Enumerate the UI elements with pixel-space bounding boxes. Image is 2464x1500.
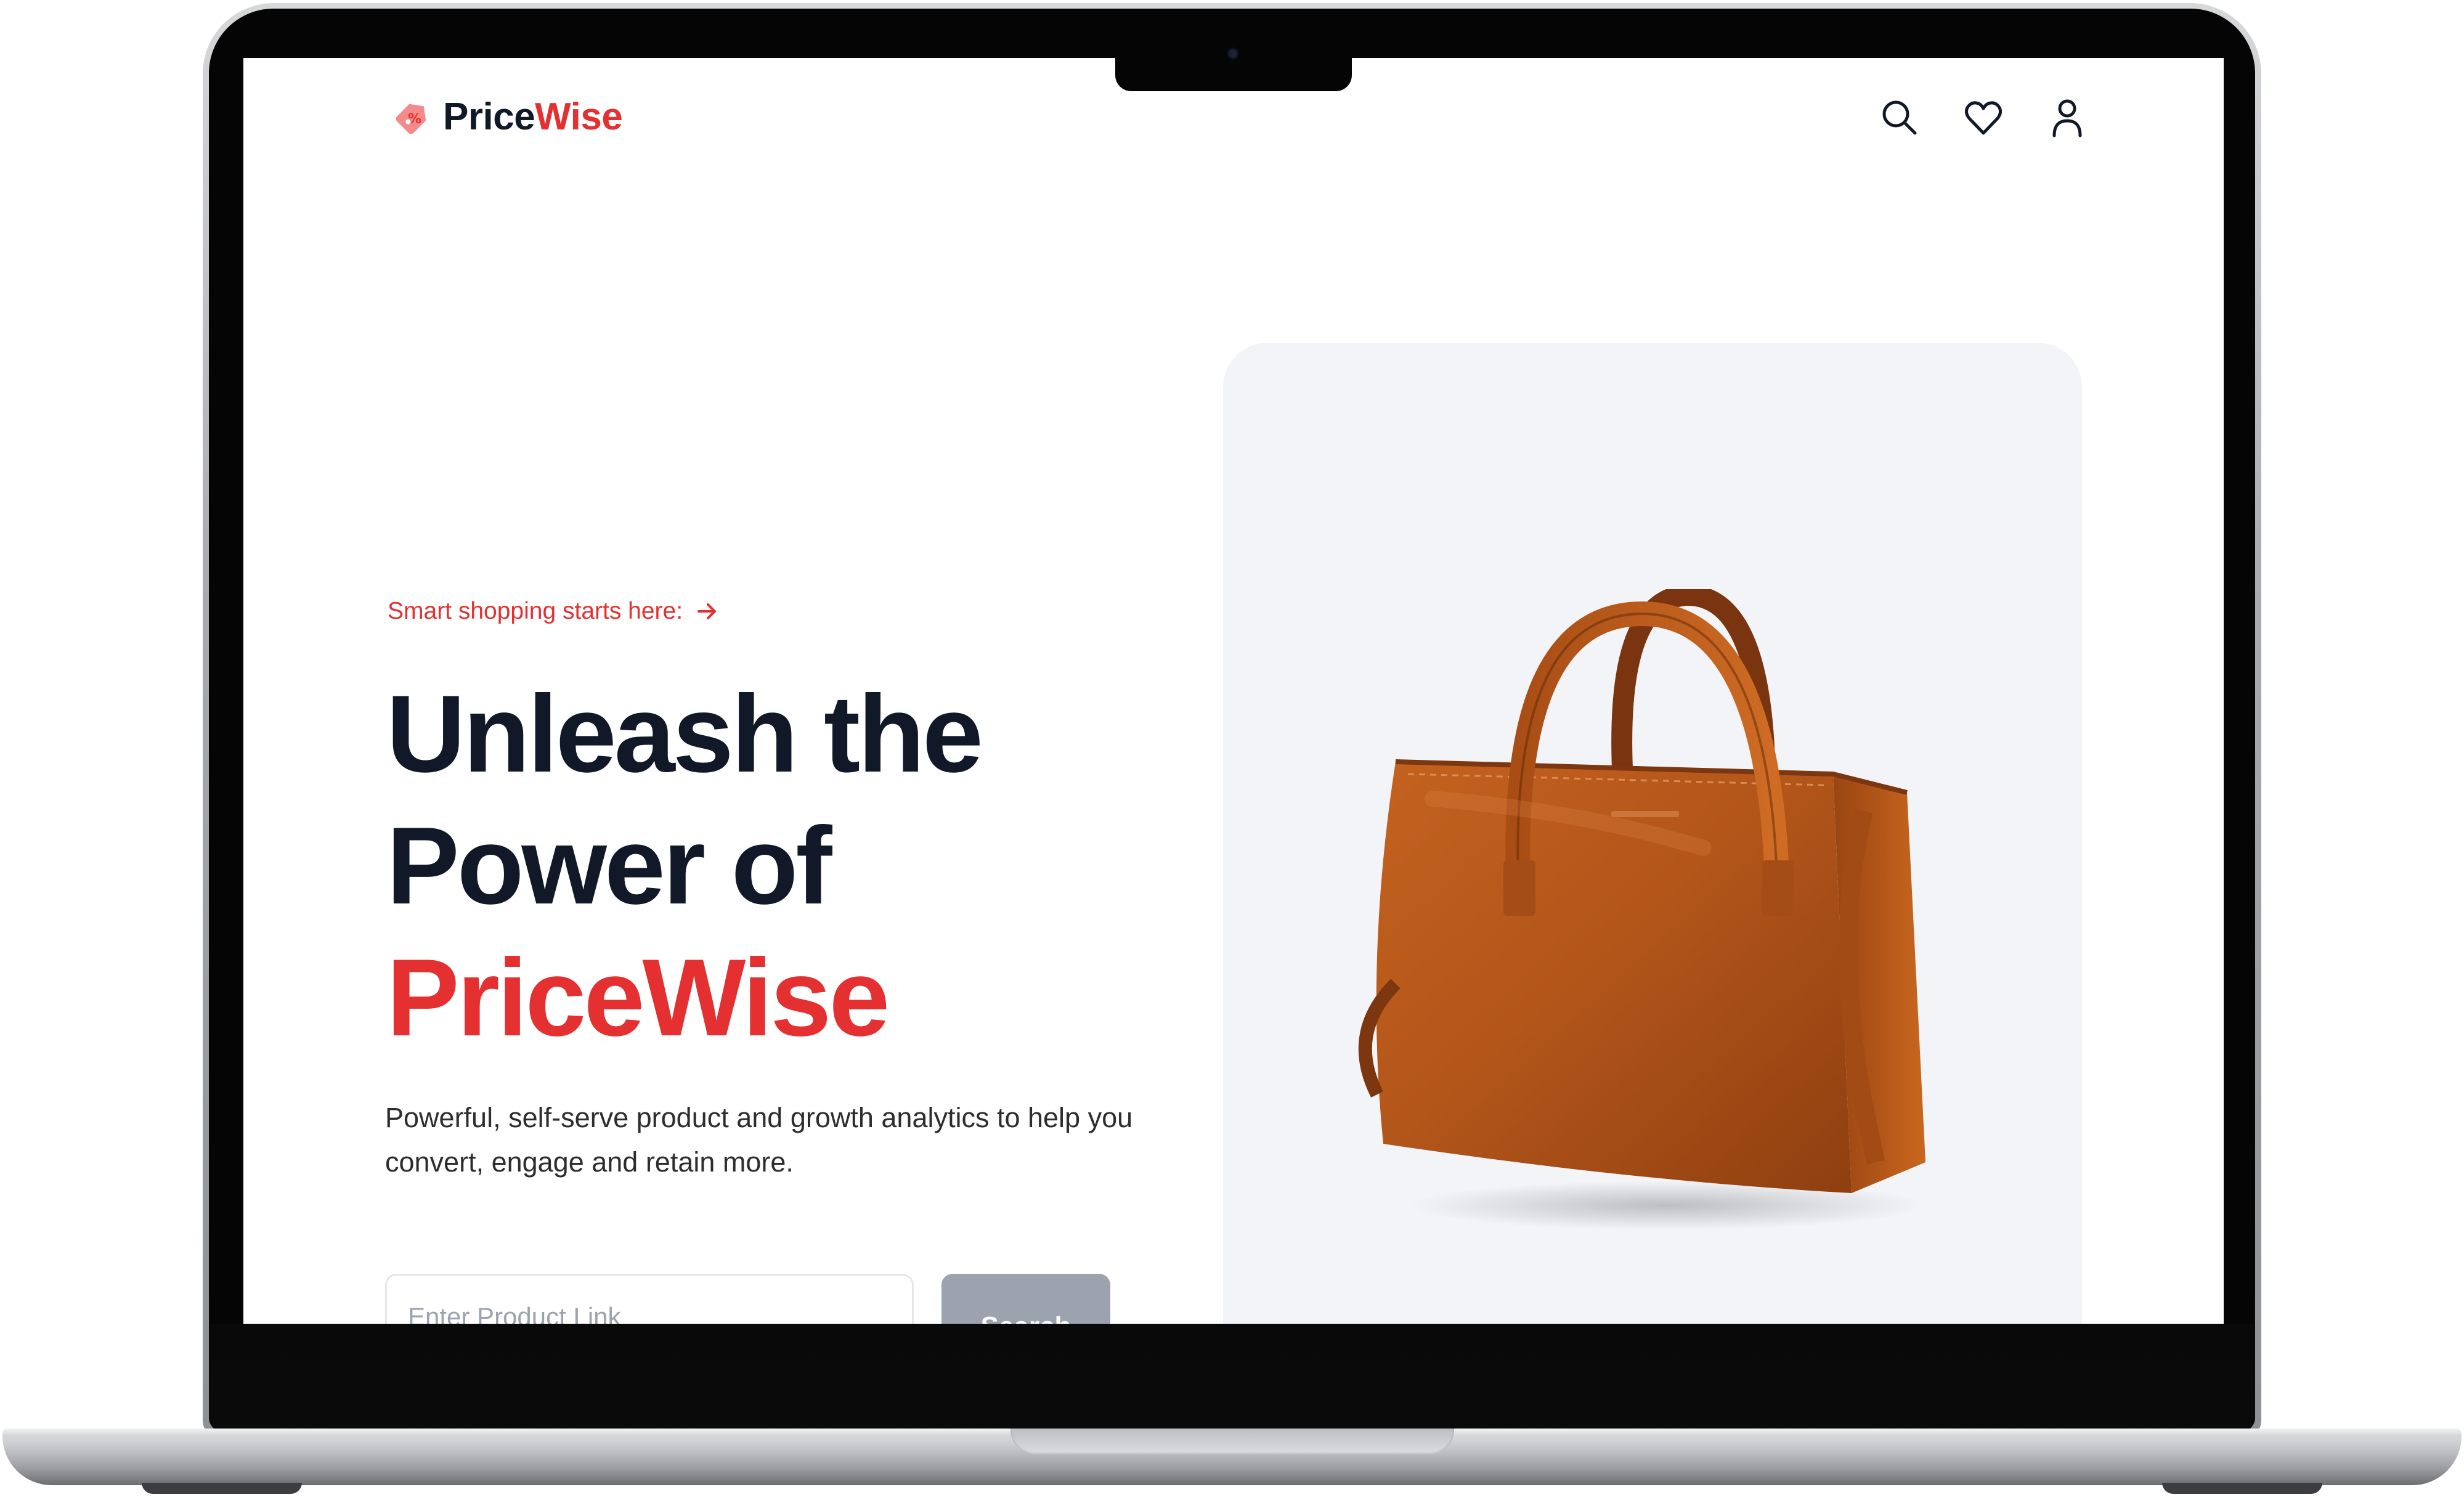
price-tag-icon: %: [396, 104, 426, 134]
hero-description: Powerful, self-serve product and growth …: [385, 1102, 1133, 1178]
logo-text-suffix: Wise: [535, 96, 623, 138]
logo[interactable]: % PriceWise: [391, 95, 623, 139]
hero-image-card: [1223, 343, 2082, 1324]
headline-line-2: Power of: [386, 804, 832, 927]
arrow-right-icon: [697, 603, 717, 619]
nav-icons: [1858, 90, 2109, 145]
laptop-chin: [209, 1324, 2255, 1432]
laptop-foot-left: [142, 1483, 302, 1494]
search-nav-button[interactable]: [1858, 90, 1942, 145]
laptop-foot-right: [2162, 1483, 2322, 1494]
heart-icon: [1964, 101, 2003, 135]
tagline-text: Smart shopping starts here:: [388, 598, 683, 624]
headline-accent: PriceWise: [386, 936, 890, 1059]
account-nav-button[interactable]: [2025, 90, 2109, 145]
user-icon: [2052, 99, 2082, 137]
search-icon: [1882, 100, 1917, 135]
product-link-input[interactable]: [385, 1274, 914, 1324]
search-button[interactable]: Search: [941, 1274, 1110, 1324]
wishlist-nav-button[interactable]: [1942, 90, 2025, 145]
tagline: Smart shopping starts here:: [388, 598, 720, 625]
logo-text-prefix: Price: [443, 96, 535, 138]
svg-text:%: %: [408, 112, 421, 127]
headline-line-1: Unleash the: [386, 672, 983, 795]
handbag-image: [1358, 589, 1925, 1230]
webcam: [1229, 49, 1237, 58]
laptop-mockup: % PriceWise Smart shopping starts here: …: [0, 0, 2464, 1500]
logo-text: PriceWise: [443, 95, 623, 139]
laptop-open-notch: [1010, 1429, 1454, 1454]
browser-screen: % PriceWise Smart shopping starts here: …: [243, 58, 2224, 1324]
hero-headline: Unleash the Power of PriceWise: [386, 668, 983, 1064]
